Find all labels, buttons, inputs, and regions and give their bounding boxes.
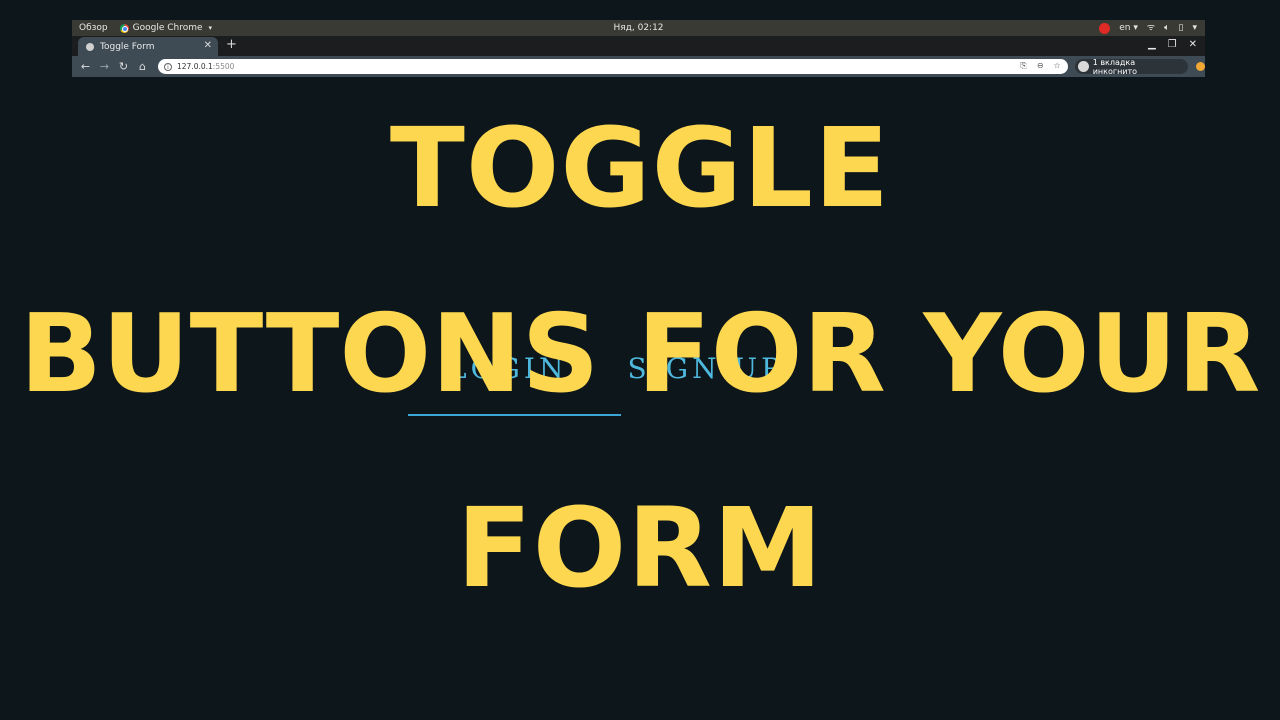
star-icon[interactable]: ☆ xyxy=(1054,61,1061,71)
system-tray: en ▾ ᯤ 🔈︎ ▯ ▾ xyxy=(1099,22,1197,34)
incognito-indicator[interactable]: 1 вкладка инкогнито xyxy=(1074,57,1189,76)
headline-line-2: BUTTONS FOR YOUR xyxy=(19,292,1261,417)
app-menu[interactable]: Google Chrome ▾ xyxy=(119,23,213,33)
new-tab-button[interactable]: + xyxy=(226,37,237,52)
reload-icon[interactable]: ↻ xyxy=(114,60,133,73)
battery-icon[interactable]: ▯ xyxy=(1179,23,1184,33)
minimize-icon[interactable]: ▁ xyxy=(1148,39,1156,50)
back-arrow-icon[interactable]: ← xyxy=(76,60,95,73)
maximize-icon[interactable]: ❐ xyxy=(1168,39,1177,50)
extension-icon[interactable] xyxy=(1196,62,1206,71)
volume-icon[interactable]: 🔈︎ xyxy=(1164,23,1169,33)
activities-button[interactable]: Обзор xyxy=(79,23,108,33)
translate-icon[interactable]: ⎘ xyxy=(1020,61,1026,71)
forward-arrow-icon[interactable]: → xyxy=(95,60,114,73)
close-tab-icon[interactable]: ✕ xyxy=(204,40,212,51)
app-menu-label: Google Chrome xyxy=(132,23,203,33)
incognito-icon xyxy=(1077,61,1089,72)
headline-line-3: FORM xyxy=(456,484,824,612)
record-icon[interactable] xyxy=(1099,22,1111,34)
globe-icon xyxy=(86,42,94,51)
omnibox-actions: ⎘ ⊖ ☆ xyxy=(1020,61,1060,71)
headline-line-1: TOGGLE xyxy=(389,104,891,232)
incognito-label: 1 вкладка инкогнито xyxy=(1092,57,1138,76)
browser-tab[interactable]: Toggle Form ✕ xyxy=(78,37,218,56)
chrome-logo-icon xyxy=(119,23,129,33)
network-icon[interactable]: ᯤ xyxy=(1147,23,1155,33)
browser-toolbar: ← → ↻ ⌂ i 127.0.0.1:5500 ⎘ ⊖ ☆ 1 вкладка… xyxy=(72,56,1206,77)
window-controls: ▁ ❐ ✕ xyxy=(1148,39,1197,50)
url-host: 127.0.0.1 xyxy=(177,62,213,71)
info-icon[interactable]: i xyxy=(164,62,172,71)
tab-title: Toggle Form xyxy=(100,41,155,52)
screen: Обзор Google Chrome ▾ Няд, 02:12 en ▾ ᯤ … xyxy=(0,0,1280,720)
address-bar[interactable]: i 127.0.0.1:5500 ⎘ ⊖ ☆ xyxy=(158,59,1068,74)
language-indicator[interactable]: en ▾ xyxy=(1119,23,1138,33)
tab-strip: Toggle Form ✕ + ▁ ❐ ✕ xyxy=(72,36,1205,56)
home-icon[interactable]: ⌂ xyxy=(133,60,152,73)
zoom-icon[interactable]: ⊖ xyxy=(1037,61,1044,71)
system-menu-icon[interactable]: ▾ xyxy=(1192,23,1197,33)
caret-down-icon: ▾ xyxy=(208,24,213,32)
os-top-bar: Обзор Google Chrome ▾ Няд, 02:12 en ▾ ᯤ … xyxy=(72,20,1205,36)
clock[interactable]: Няд, 02:12 xyxy=(72,23,1205,33)
close-window-icon[interactable]: ✕ xyxy=(1189,39,1197,50)
url-port: :5500 xyxy=(212,62,235,71)
